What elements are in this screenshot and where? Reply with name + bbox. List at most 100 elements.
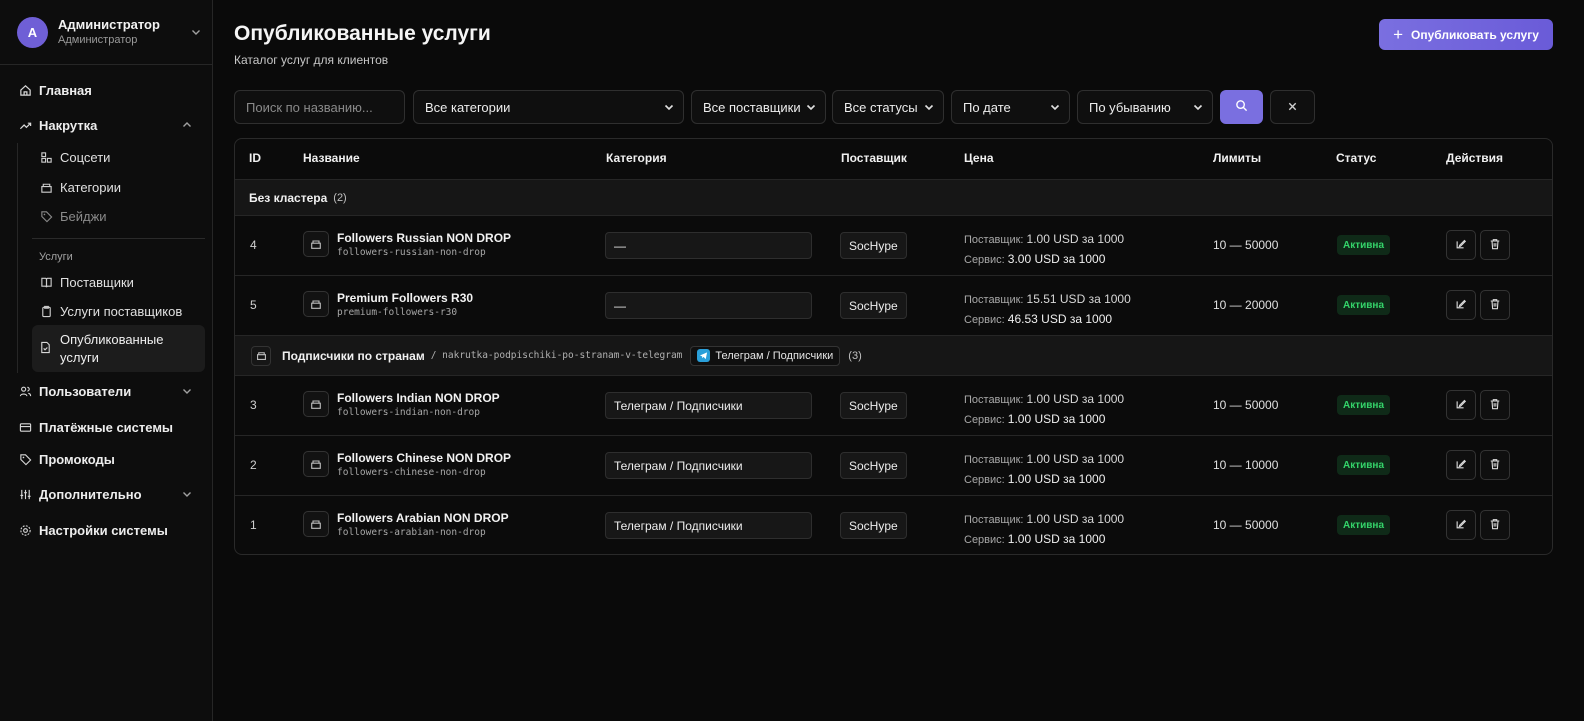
cluster-title: Подписчики по странам: [282, 348, 425, 363]
sidebar-item-suppliers[interactable]: Поставщики: [39, 272, 134, 292]
category-field[interactable]: Телеграм / Подписчики: [605, 512, 812, 539]
table-row: 3 Followers Indian NON DROP followers-ind…: [235, 376, 1552, 436]
sidebar-item-label: Дополнительно: [39, 486, 142, 502]
limits: 10 — 50000: [1213, 518, 1279, 532]
supplier-select-value: Все поставщики: [703, 99, 801, 115]
service-name: Followers Arabian NON DROP: [337, 511, 509, 525]
edit-button[interactable]: [1446, 450, 1476, 480]
status-select-value: Все статусы: [844, 99, 918, 115]
sort-by-select-value: По дате: [963, 99, 1011, 115]
order-select[interactable]: По убыванию: [1077, 90, 1213, 124]
search-placeholder: Поиск по названию...: [246, 99, 373, 115]
sidebar-item-promo[interactable]: Промокоды: [18, 449, 115, 469]
sidebar-item-label: Главная: [39, 82, 92, 98]
supplier-badge: SocHype: [840, 292, 907, 319]
submenu-heading: Услуги: [39, 251, 73, 263]
sidebar-item-label: услуги: [60, 350, 99, 365]
service-name: Followers Russian NON DROP: [337, 231, 512, 245]
category-field[interactable]: Телеграм / Подписчики: [605, 392, 812, 419]
col-id: ID: [249, 151, 261, 165]
sidebar-item-users[interactable]: Пользователи: [18, 381, 191, 401]
cluster-title: Без кластера: [249, 190, 328, 205]
price-label: Поставщик:: [964, 234, 1024, 246]
status-badge: Активна: [1337, 235, 1391, 255]
row-id: 5: [250, 298, 257, 312]
users-icon: [18, 384, 32, 398]
service-price: 1.00 USD за 1000: [1007, 412, 1106, 426]
cluster-slug: / nakrutka-podpischiki-po-stranam-v-tele…: [430, 350, 683, 361]
sidebar-item-settings[interactable]: Настройки системы: [18, 520, 168, 540]
supplier-select[interactable]: Все поставщики: [691, 90, 826, 124]
supplier-price: 1.00 USD за 1000: [1026, 512, 1125, 526]
sidebar-item-home[interactable]: Главная: [18, 80, 92, 100]
tag-icon: [18, 452, 32, 466]
clear-filters-button[interactable]: [1270, 90, 1315, 124]
trash-icon: [1489, 238, 1501, 253]
delete-button[interactable]: [1480, 510, 1510, 540]
category-field[interactable]: Телеграм / Подписчики: [605, 452, 812, 479]
trending-up-icon: [18, 118, 32, 132]
service-name: Followers Indian NON DROP: [337, 391, 500, 405]
chevron-down-icon: [181, 488, 193, 500]
delete-button[interactable]: [1480, 290, 1510, 320]
box-icon: [303, 511, 329, 537]
sidebar-item-label: Категории: [60, 179, 121, 195]
sidebar-item-categories[interactable]: Категории: [39, 177, 121, 197]
sort-by-select[interactable]: По дате: [951, 90, 1070, 124]
price-label: Сервис:: [964, 534, 1005, 546]
service-name: Followers Chinese NON DROP: [337, 451, 512, 465]
sidebar-item-label: Поставщики: [60, 274, 134, 290]
sidebar-item-supplier-services[interactable]: Услуги поставщиков: [39, 301, 182, 321]
publish-service-button[interactable]: + Опубликовать услугу: [1379, 19, 1553, 50]
edit-button[interactable]: [1446, 390, 1476, 420]
cluster-count: (2): [333, 191, 347, 204]
home-icon: [18, 83, 32, 97]
delete-button[interactable]: [1480, 230, 1510, 260]
supplier-badge: SocHype: [840, 512, 907, 539]
sidebar-item-boost[interactable]: Накрутка: [18, 115, 191, 135]
sidebar-item-payments[interactable]: Платёжные системы: [18, 417, 173, 437]
edit-button[interactable]: [1446, 510, 1476, 540]
credit-card-icon: [18, 420, 32, 434]
delete-button[interactable]: [1480, 390, 1510, 420]
plus-icon: +: [1393, 25, 1404, 44]
chevron-up-icon: [181, 119, 193, 131]
trash-icon: [1489, 298, 1501, 313]
edit-button[interactable]: [1446, 290, 1476, 320]
status-select[interactable]: Все статусы: [832, 90, 944, 124]
sidebar-item-extra[interactable]: Дополнительно: [18, 484, 191, 504]
limits: 10 — 20000: [1213, 298, 1279, 312]
search-button[interactable]: [1220, 90, 1263, 124]
box-icon: [303, 291, 329, 317]
chevron-down-icon: [923, 101, 935, 116]
sidebar-item-badges[interactable]: Бейджи: [39, 206, 107, 226]
search-input[interactable]: Поиск по названию...: [234, 90, 405, 124]
delete-button[interactable]: [1480, 450, 1510, 480]
limits: 10 — 50000: [1213, 238, 1279, 252]
cluster-row: Без кластера (2): [235, 179, 1552, 216]
service-slug: followers-russian-non-drop: [337, 247, 486, 258]
category-field[interactable]: —: [605, 232, 812, 259]
trash-icon: [1489, 518, 1501, 533]
edit-icon: [1455, 458, 1467, 473]
sidebar-item-label: Платёжные системы: [39, 419, 174, 435]
sidebar-item-socials[interactable]: Соцсети: [39, 147, 110, 167]
service-price: 1.00 USD за 1000: [1007, 472, 1106, 486]
table-row: 2 Followers Chinese NON DROP followers-ch…: [235, 436, 1552, 496]
edit-button[interactable]: [1446, 230, 1476, 260]
box-icon: [39, 180, 53, 194]
supplier-badge: SocHype: [840, 452, 907, 479]
user-menu[interactable]: A Администратор Администратор: [17, 15, 202, 49]
chevron-down-icon[interactable]: [190, 26, 202, 38]
sidebar-item-label: Настройки системы: [39, 522, 168, 538]
price-label: Поставщик:: [964, 394, 1024, 406]
category-field[interactable]: —: [605, 292, 812, 319]
cluster-count: (3): [848, 349, 862, 362]
submenu-guide-line: [17, 143, 18, 373]
category-select[interactable]: Все категории: [413, 90, 684, 124]
avatar: A: [17, 16, 48, 48]
sidebar-item-published-services[interactable]: Опубликованные услуги: [39, 331, 164, 367]
service-slug: followers-arabian-non-drop: [337, 527, 486, 538]
col-actions: Действия: [1446, 151, 1504, 165]
trash-icon: [1489, 458, 1501, 473]
